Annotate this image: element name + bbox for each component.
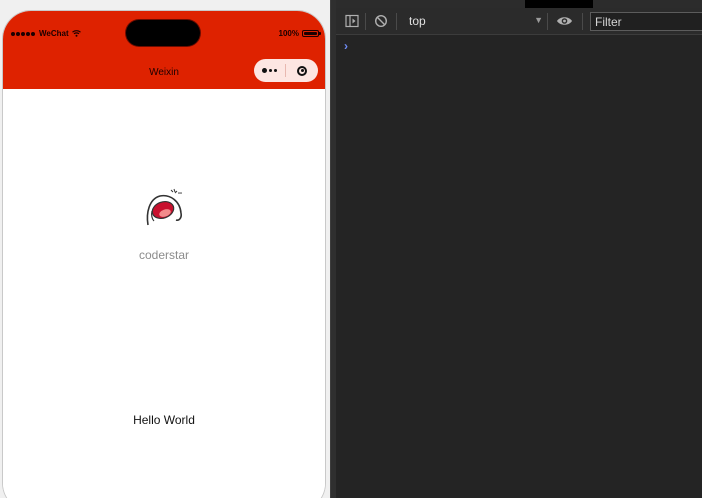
eye-icon[interactable] — [556, 15, 573, 27]
sidebar-toggle-icon[interactable] — [345, 14, 359, 28]
console-toolbar: top ▼ — [336, 8, 702, 35]
app-window: WeChat 100% Weixin coderstar Hello World… — [0, 0, 702, 498]
battery-icon — [302, 30, 321, 37]
console-prompt-icon[interactable]: › — [344, 39, 348, 53]
status-bar: WeChat 100% — [3, 11, 325, 56]
carrier-name: WeChat — [39, 29, 69, 38]
battery-indicator: 100% — [278, 29, 321, 38]
context-value: top — [409, 14, 426, 28]
dynamic-island — [126, 20, 200, 46]
username: coderstar — [138, 248, 190, 262]
toolbar-separator — [582, 13, 583, 30]
toolbar-separator — [396, 13, 397, 30]
hello-text: Hello World — [133, 413, 195, 427]
wifi-icon — [71, 30, 81, 37]
page-body: coderstar Hello World — [3, 89, 325, 498]
simulator-pane: WeChat 100% Weixin coderstar Hello World — [0, 0, 330, 498]
nav-bar: Weixin — [3, 56, 325, 89]
avatar[interactable] — [140, 185, 186, 231]
phone-frame: WeChat 100% Weixin coderstar Hello World — [3, 11, 325, 498]
target-circle-icon — [297, 65, 307, 76]
filter-input[interactable] — [590, 12, 702, 31]
signal-icon — [11, 31, 35, 36]
more-options-button[interactable] — [254, 59, 285, 82]
toolbar-separator — [547, 13, 548, 30]
dropdown-caret-icon: ▼ — [534, 15, 543, 25]
devtools-tabs — [336, 0, 702, 8]
devtools-panel: top ▼ › — [336, 0, 702, 498]
active-tab-indicator — [525, 0, 593, 8]
battery-percent: 100% — [278, 29, 299, 38]
carrier-info: WeChat — [11, 29, 81, 38]
close-miniprogram-button[interactable] — [286, 59, 318, 82]
more-dots-icon — [262, 68, 267, 73]
context-selector[interactable]: top ▼ — [402, 12, 546, 31]
menu-capsule — [254, 59, 318, 82]
toolbar-separator — [365, 13, 366, 30]
phone-header: WeChat 100% Weixin — [3, 11, 325, 89]
clear-console-icon[interactable] — [374, 14, 388, 28]
